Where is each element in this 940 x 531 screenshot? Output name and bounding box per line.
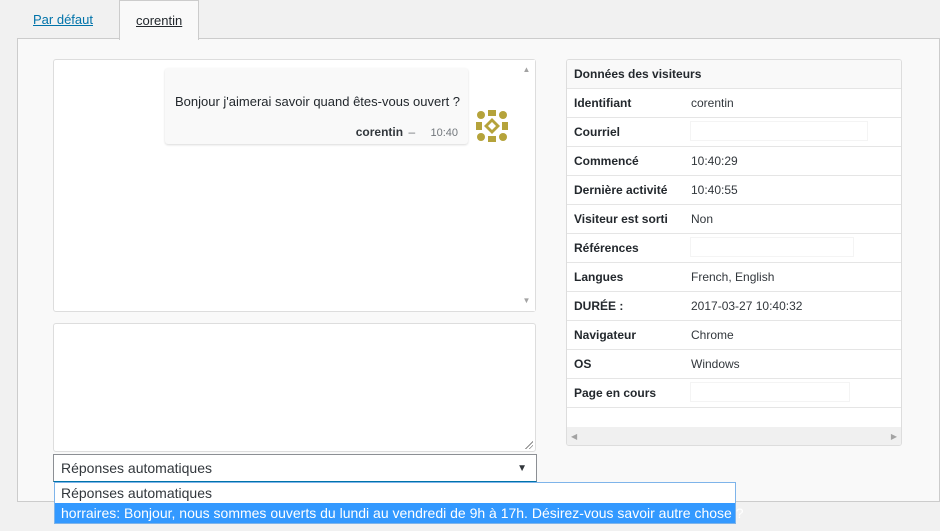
row-label: Visiteur est sorti [574, 212, 668, 226]
row-label: Dernière activité [574, 183, 668, 197]
table-row: Dernière activité 10:40:55 [567, 176, 901, 205]
message-meta: corentin – 10:40 [356, 125, 458, 139]
message-time: 10:40 [430, 127, 458, 139]
row-value-redacted [691, 382, 901, 404]
table-row: Courriel [567, 118, 901, 147]
row-label: DURÉE : [574, 299, 624, 313]
row-label: Navigateur [574, 328, 637, 342]
row-label: Page en cours [574, 386, 657, 400]
table-row: Commencé 10:40:29 [567, 147, 901, 176]
dropdown-option-highlighted[interactable]: horraires: Bonjour, nous sommes ouverts … [55, 503, 744, 523]
auto-response-dropdown: Réponses automatiques horraires: Bonjour… [54, 482, 744, 524]
chevron-down-icon: ▼ [517, 462, 527, 474]
row-value: corentin [691, 96, 734, 110]
chat-message: Bonjour j'aimerai savoir quand êtes-vous… [165, 68, 468, 144]
message-dash: – [408, 125, 416, 139]
row-value: French, English [691, 270, 775, 284]
row-label: OS [574, 357, 592, 371]
auto-response-select[interactable]: Réponses automatiques ▼ [53, 454, 537, 482]
row-label: Références [574, 241, 639, 255]
scroll-left-icon[interactable]: ◀ [571, 432, 577, 441]
tab-corentin[interactable]: corentin [119, 0, 200, 40]
visitor-table: Données des visiteurs Identifiant corent… [567, 60, 901, 408]
table-row: DURÉE : 2017-03-27 10:40:32 [567, 292, 901, 321]
table-row: Navigateur Chrome [567, 321, 901, 350]
tab-bar: Par défaut corentin [17, 0, 200, 40]
visitor-hscrollbar[interactable]: ◀ ▶ [567, 427, 901, 445]
row-label: Courriel [574, 125, 621, 139]
row-value: 10:40:29 [691, 154, 738, 168]
scroll-up-icon[interactable]: ▲ [518, 62, 535, 78]
auto-response-selected: Réponses automatiques [61, 460, 212, 476]
row-value-redacted [691, 121, 901, 143]
row-label: Commencé [574, 154, 639, 168]
row-value: Windows [691, 357, 740, 371]
row-value: Non [691, 212, 714, 226]
table-row: Visiteur est sorti Non [567, 205, 901, 234]
table-row: Langues French, English [567, 263, 901, 292]
row-value: Chrome [691, 328, 734, 342]
row-value: 2017-03-27 10:40:32 [691, 299, 803, 313]
chat-scrollbar[interactable]: ▲ ▼ [518, 60, 535, 311]
scroll-down-icon[interactable]: ▼ [518, 293, 535, 309]
dropdown-option[interactable]: Réponses automatiques [55, 483, 735, 503]
table-row: Références [567, 234, 901, 263]
visitor-table-header: Données des visiteurs [567, 60, 901, 89]
scroll-right-icon[interactable]: ▶ [891, 432, 897, 441]
table-row: Identifiant corentin [567, 89, 901, 118]
resize-handle-icon[interactable] [525, 441, 533, 449]
message-author: corentin [355, 125, 404, 139]
chat-transcript[interactable]: Bonjour j'aimerai savoir quand êtes-vous… [53, 59, 536, 312]
avatar-icon [474, 108, 510, 144]
table-row: Page en cours [567, 379, 901, 408]
row-value: 10:40:55 [691, 183, 738, 197]
row-label: Langues [574, 270, 624, 284]
message-text: Bonjour j'aimerai savoir quand êtes-vous… [175, 94, 461, 109]
visitor-data-panel: Données des visiteurs Identifiant corent… [566, 59, 902, 446]
row-value-redacted [691, 237, 901, 259]
table-row: OS Windows [567, 350, 901, 379]
visitor-table-title: Données des visiteurs [574, 67, 702, 81]
reply-textarea[interactable] [54, 324, 535, 451]
reply-box [53, 323, 536, 452]
row-label: Identifiant [574, 96, 632, 110]
tab-par-defaut[interactable]: Par défaut [17, 0, 109, 39]
